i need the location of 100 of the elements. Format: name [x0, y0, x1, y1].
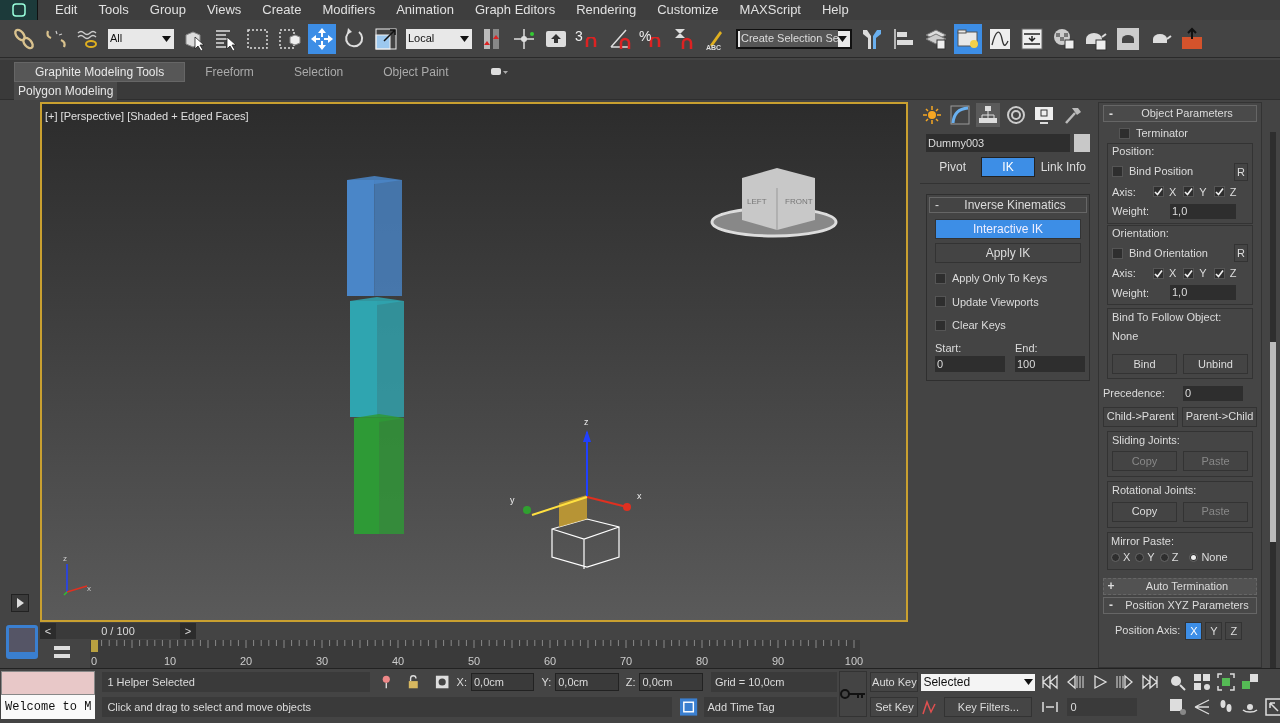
auto-key-button[interactable]: Auto Key [870, 672, 919, 692]
percent-snap-button[interactable]: % [638, 23, 666, 54]
key-filters-button[interactable]: Key Filters... [944, 697, 1033, 717]
field-of-view-icon[interactable] [1193, 698, 1212, 716]
lock-icon[interactable] [406, 674, 420, 690]
panel-button[interactable]: Copy [1112, 501, 1177, 522]
panel-tab[interactable] [948, 103, 972, 127]
menu-item[interactable]: Rendering [568, 0, 645, 20]
checkbox[interactable] [1213, 267, 1225, 279]
checkbox[interactable] [1213, 186, 1225, 198]
panel-button[interactable]: R [1234, 244, 1248, 262]
selection-set-field[interactable]: Create Selection Se [736, 28, 852, 49]
zoom-region-icon[interactable] [1169, 698, 1188, 716]
menu-item[interactable]: Tools [90, 0, 137, 20]
time-tag-icon[interactable] [680, 698, 698, 716]
object-name-field[interactable]: Dummy003 [926, 134, 1070, 152]
maximize-viewport-icon[interactable] [1265, 698, 1280, 716]
scrollbar[interactable] [1270, 132, 1276, 668]
menu-item[interactable]: Views [198, 0, 250, 20]
set-key-button[interactable]: Set Key [870, 697, 919, 717]
coordinate-field[interactable]: 0,0cm [639, 673, 703, 691]
rollout-header[interactable]: + Auto Termination [1103, 577, 1257, 595]
checkbox[interactable] [935, 272, 946, 284]
viewport[interactable]: [+] [Perspective] [Shaded + Edged Faces] z y x z x LEFT FRONT [40, 102, 908, 622]
checkbox[interactable] [1153, 267, 1164, 279]
zoom-extents-icon[interactable] [1217, 673, 1236, 691]
time-tag-button[interactable]: Add Time Tag [703, 697, 838, 717]
next-frame-icon[interactable] [1116, 673, 1135, 691]
scene-explorer-button[interactable] [954, 23, 982, 54]
ribbon-tab[interactable]: Freeform [185, 62, 274, 82]
spinner-field[interactable]: 1,0 [1170, 285, 1236, 301]
checkbox[interactable] [1183, 186, 1195, 198]
menu-item[interactable]: Modifiers [314, 0, 384, 20]
listener-output[interactable]: Welcome to M [1, 695, 96, 719]
ribbon-tab[interactable]: Selection [273, 62, 364, 82]
spinner-field[interactable]: 1,0 [1170, 203, 1236, 219]
rollout-header[interactable]: - Object Parameters [1103, 105, 1257, 122]
previous-frame-icon[interactable] [1066, 673, 1085, 691]
menu-item[interactable]: Help [814, 0, 857, 20]
zoom-icon[interactable] [1169, 673, 1188, 691]
rollout-title[interactable]: Inverse Kinematics [944, 196, 1086, 214]
dropdown[interactable]: All [108, 28, 174, 49]
panel-button[interactable]: Bind [1112, 354, 1177, 374]
radio-button[interactable] [1111, 552, 1120, 562]
object-color-swatch[interactable] [1074, 134, 1090, 152]
go-to-start-icon[interactable] [1041, 673, 1060, 691]
time-marker[interactable] [91, 640, 98, 652]
current-frame-box[interactable]: < 0 / 100 > [40, 623, 196, 639]
coordinate-field[interactable]: 0,0cm [555, 673, 619, 691]
panel-tab[interactable] [976, 103, 1000, 127]
radio-button[interactable] [1159, 552, 1169, 562]
menu-item[interactable]: Group [141, 0, 194, 20]
curve-editor-toggle-icon[interactable] [52, 643, 72, 661]
zoom-all-icon[interactable] [1193, 673, 1212, 691]
checkbox[interactable] [1183, 267, 1195, 279]
app-logo[interactable] [0, 0, 38, 20]
checkbox[interactable] [935, 296, 946, 308]
radio-button[interactable] [1189, 552, 1199, 562]
spinner-field[interactable]: 0 [1183, 385, 1243, 401]
listener-input[interactable] [1, 671, 96, 695]
pin-icon[interactable] [380, 674, 393, 690]
spinner-field[interactable]: 0 [935, 356, 1005, 372]
spinner-field[interactable]: 100 [1015, 356, 1085, 372]
dropdown[interactable]: Local [406, 28, 472, 49]
panel-button[interactable]: Parent->Child [1182, 406, 1257, 427]
ik-button[interactable]: Apply IK [935, 243, 1081, 263]
axis-button[interactable]: Z [1225, 621, 1243, 640]
slider-prev-arrow[interactable]: < [40, 622, 56, 640]
panel-button[interactable]: R [1234, 162, 1248, 181]
key-mode-dropdown[interactable]: Selected [921, 673, 1036, 691]
checkbox[interactable] [1112, 247, 1123, 259]
ribbon-tab[interactable]: Object Paint [363, 62, 469, 82]
axis-button[interactable]: Y [1205, 621, 1223, 640]
menu-item[interactable]: Edit [47, 0, 86, 20]
menu-item[interactable]: Graph Editors [466, 0, 564, 20]
menu-item[interactable]: Customize [649, 0, 727, 20]
snap-button[interactable]: 3 [574, 23, 602, 54]
viewport-label[interactable]: [+] [Perspective] [Shaded + Edged Faces] [45, 108, 249, 125]
viewport-thumbnail-icon[interactable] [6, 625, 38, 659]
slider-next-arrow[interactable]: > [180, 622, 196, 640]
transform-mode-icon[interactable] [435, 674, 450, 690]
menu-item[interactable]: Animation [388, 0, 462, 20]
menu-item[interactable]: MAXScript [731, 0, 809, 20]
checkbox[interactable] [1153, 186, 1164, 198]
zoom-extents-all-icon[interactable] [1241, 673, 1260, 691]
menu-item[interactable]: Create [254, 0, 310, 20]
checkbox[interactable] [1112, 166, 1123, 177]
panel-button[interactable]: Child->Parent [1103, 406, 1178, 427]
collapse-toggle[interactable]: - [930, 196, 944, 214]
move-button[interactable] [308, 23, 336, 54]
ribbon-tab[interactable]: Graphite Modeling Tools [14, 62, 186, 82]
rollout-header[interactable]: - Position XYZ Parameters [1103, 596, 1257, 614]
group-title: Sliding Joints: [1112, 432, 1181, 448]
radio-button[interactable] [1135, 552, 1145, 562]
checkbox[interactable] [1119, 127, 1130, 139]
go-to-end-icon[interactable] [1141, 673, 1160, 691]
current-frame-field[interactable]: 0 [1067, 698, 1138, 716]
coordinate-field[interactable]: 0,0cm [470, 673, 535, 691]
panel-button[interactable]: Unbind [1183, 354, 1248, 374]
checkbox[interactable] [935, 319, 946, 331]
